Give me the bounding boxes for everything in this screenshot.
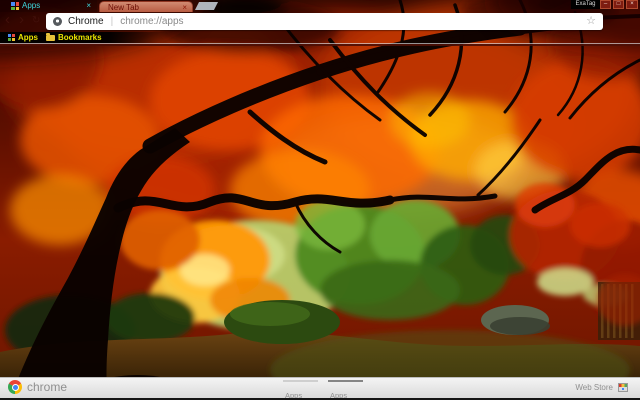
bookmark-label: Bookmarks bbox=[58, 33, 102, 42]
omnibox-url[interactable]: chrome://apps bbox=[120, 16, 183, 27]
tab-new-tab[interactable]: New Tab × bbox=[99, 1, 193, 12]
toolbar-separator-red bbox=[0, 44, 640, 46]
chrome-brand: chrome bbox=[8, 380, 67, 394]
launcher-page-apps-2[interactable]: Apps bbox=[328, 380, 363, 400]
maximize-button[interactable]: □ bbox=[613, 0, 624, 9]
bookmark-item-bookmarks[interactable]: Bookmarks bbox=[46, 32, 102, 42]
forward-button[interactable]: › bbox=[19, 11, 24, 28]
page-indicators: Apps Apps bbox=[283, 380, 363, 400]
minimize-button[interactable]: – bbox=[600, 0, 611, 9]
page-indicator-bar bbox=[283, 380, 318, 382]
tab-label: New Tab bbox=[108, 2, 139, 12]
profile-badge[interactable]: ExaTag bbox=[571, 0, 600, 9]
apps-grid-icon bbox=[8, 34, 15, 41]
web-store-icon bbox=[618, 383, 628, 392]
tab-strip: Apps × New Tab × ExaTag – □ × bbox=[0, 0, 640, 12]
chrome-theme-preview-window: Apps × New Tab × ExaTag – □ × ‹ › ↻ Chro… bbox=[0, 0, 640, 400]
web-store-label: Web Store bbox=[575, 383, 613, 392]
chrome-logo-icon bbox=[8, 380, 22, 394]
back-button[interactable]: ‹ bbox=[5, 11, 10, 28]
toolbar: ‹ › ↻ Chrome | chrome://apps ☆ bbox=[0, 11, 640, 33]
page-indicator-bar bbox=[328, 380, 363, 382]
new-tab-button[interactable] bbox=[194, 2, 219, 10]
app-launcher-bar: chrome Apps Apps Web Store bbox=[0, 377, 640, 400]
tab-apps[interactable]: Apps × bbox=[0, 0, 97, 12]
autumn-garden-wallpaper bbox=[0, 0, 640, 400]
close-button[interactable]: × bbox=[626, 0, 638, 9]
reload-button[interactable]: ↻ bbox=[32, 15, 40, 26]
omnibox-site-name: Chrome bbox=[68, 16, 104, 27]
launcher-page-apps-1[interactable]: Apps bbox=[283, 380, 318, 400]
apps-grid-icon bbox=[11, 2, 19, 10]
tab-label: Apps bbox=[22, 1, 41, 10]
tab-close-icon[interactable]: × bbox=[86, 0, 91, 12]
bookmark-star-icon[interactable]: ☆ bbox=[586, 16, 596, 27]
omnibox[interactable]: Chrome | chrome://apps ☆ bbox=[46, 13, 603, 30]
chrome-brand-label: chrome bbox=[27, 380, 68, 394]
bookmark-item-apps[interactable]: Apps bbox=[8, 33, 38, 42]
chrome-page-icon bbox=[53, 17, 62, 26]
window-controls: – □ × bbox=[600, 0, 638, 9]
folder-icon bbox=[46, 32, 55, 41]
omnibox-separator: | bbox=[110, 16, 114, 27]
web-store-link[interactable]: Web Store bbox=[575, 383, 628, 392]
bookmark-label: Apps bbox=[18, 33, 38, 42]
bookmarks-bar: Apps Bookmarks bbox=[0, 32, 640, 43]
